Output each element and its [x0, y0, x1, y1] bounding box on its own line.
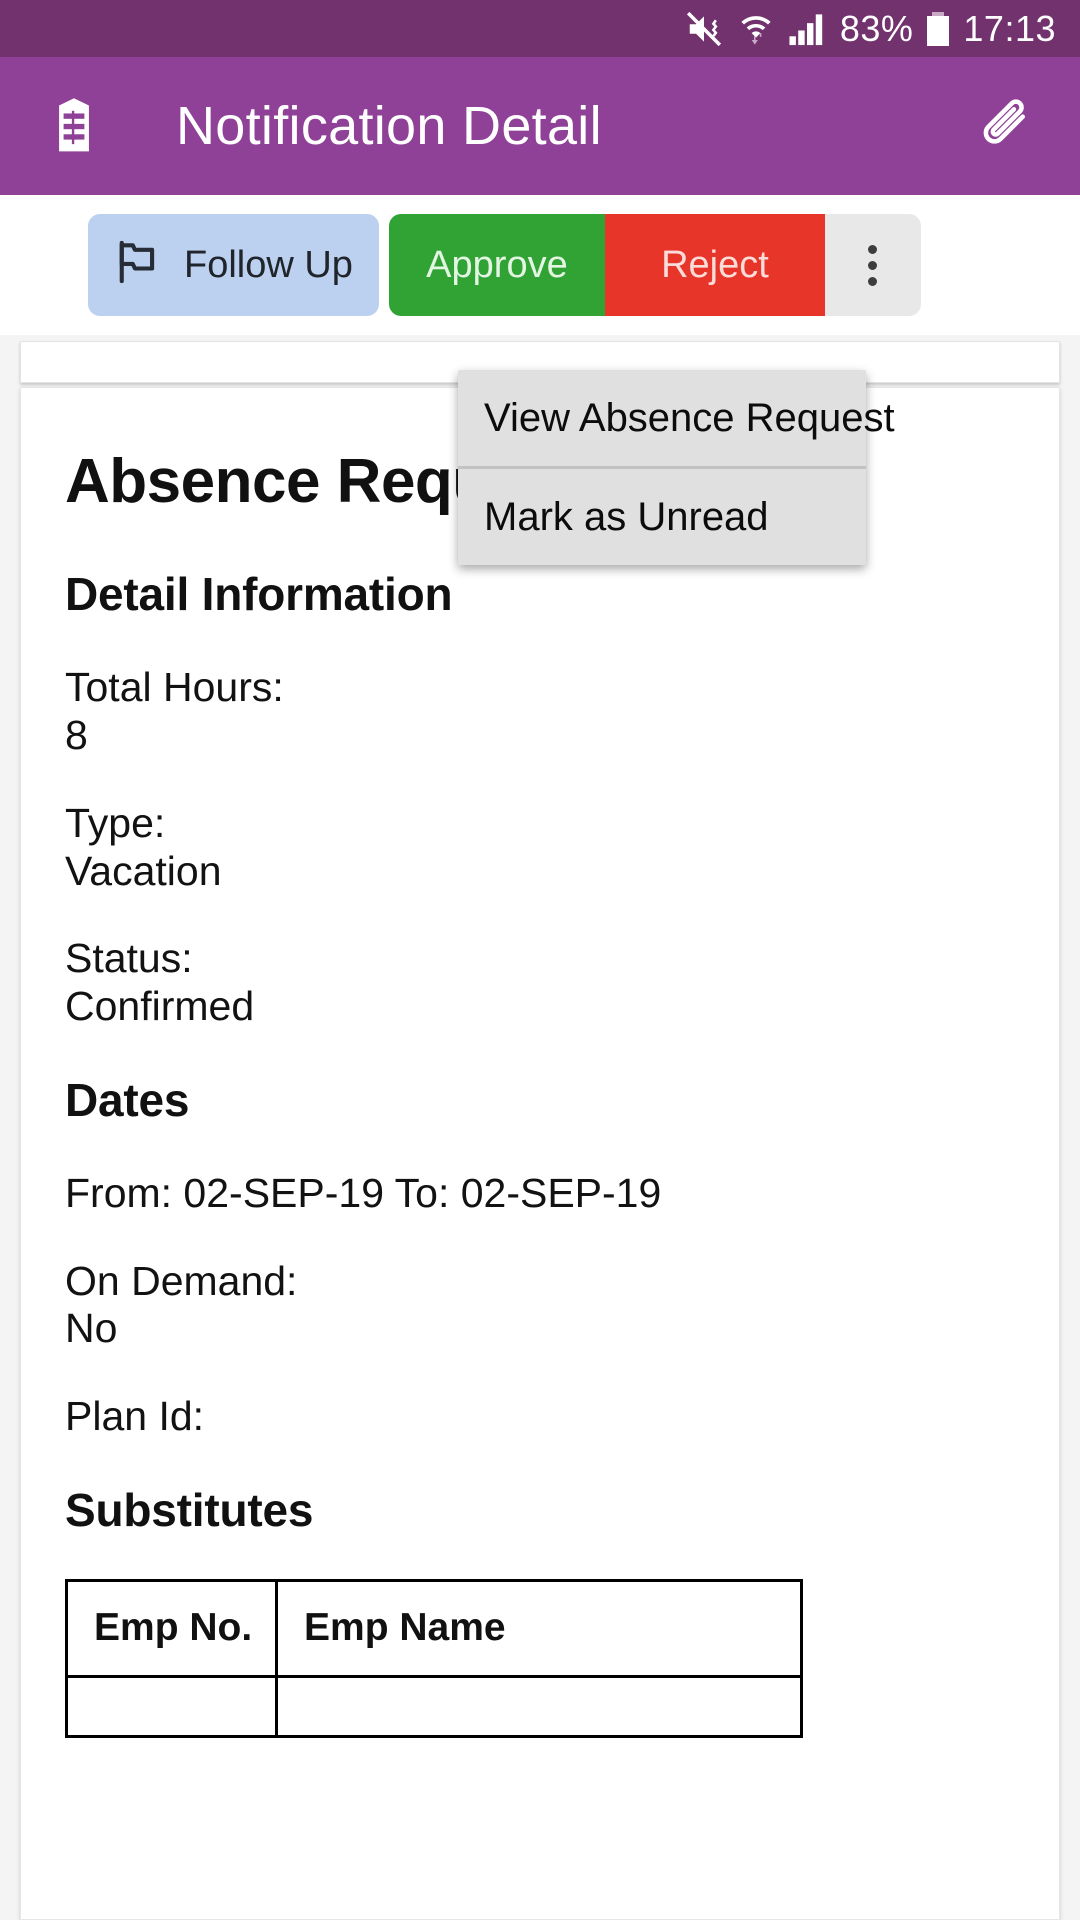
overflow-menu-button[interactable]: [824, 214, 921, 316]
approve-label: Approve: [426, 244, 568, 286]
flag-icon: [110, 236, 166, 295]
clock: 17:13: [963, 7, 1056, 49]
menu-item-label: View Absence Request: [484, 395, 895, 440]
kebab-menu-icon: [868, 244, 878, 286]
menu-item-mark-as-unread[interactable]: Mark as Unread: [458, 469, 866, 565]
app-screen: 83% 17:13 Notification Detail Follow Up …: [0, 0, 1080, 1920]
mute-vibrate-icon: [684, 10, 724, 48]
table-row: [65, 1674, 803, 1738]
field-total-hours: Total Hours: 8: [65, 664, 1059, 758]
content-area: Absence Request Detail Information Total…: [0, 335, 1080, 1920]
paperclip-icon[interactable]: [978, 95, 1036, 157]
approve-button[interactable]: Approve: [388, 214, 605, 316]
app-bar: Notification Detail: [0, 57, 1080, 195]
follow-up-label: Follow Up: [184, 244, 353, 286]
section-substitutes-wrap: Substitutes: [65, 1484, 1059, 1537]
cell-emp-no: [65, 1674, 278, 1738]
field-type: Type: Vacation: [65, 799, 1059, 894]
cell-emp-name: [275, 1674, 803, 1738]
type-label: Type:: [65, 799, 166, 846]
on-demand-label: On Demand:: [65, 1257, 298, 1304]
menu-list-icon[interactable]: [42, 94, 106, 158]
plan-id-label: Plan Id:: [65, 1393, 205, 1440]
section-dates-wrap: Dates: [65, 1074, 1059, 1127]
field-plan-id: Plan Id:: [65, 1393, 1059, 1440]
reject-label: Reject: [661, 244, 769, 286]
total-hours-value: 8: [65, 711, 88, 758]
action-button-row: Follow Up Approve Reject: [0, 195, 1080, 335]
status-bar: 83% 17:13: [0, 0, 1080, 57]
column-emp-name: Emp Name: [275, 1578, 803, 1678]
section-dates: Dates: [65, 1073, 190, 1126]
page-title: Notification Detail: [176, 96, 602, 156]
wifi-icon: [738, 10, 774, 48]
on-demand-value: No: [65, 1305, 118, 1352]
status-value: Confirmed: [65, 983, 255, 1030]
status-label: Status:: [65, 935, 193, 982]
section-detail-information: Detail Information: [65, 568, 453, 621]
type-value: Vacation: [65, 847, 222, 894]
battery-percent: 83%: [839, 7, 914, 49]
battery-icon: [927, 11, 950, 46]
menu-item-label: Mark as Unread: [484, 494, 769, 539]
absence-request-card: Absence Request Detail Information Total…: [20, 387, 1060, 1920]
substitutes-table: Emp No. Emp Name: [65, 1578, 803, 1738]
total-hours-label: Total Hours:: [65, 664, 284, 711]
dates-range: From: 02-SEP-19 To: 02-SEP-19: [65, 1169, 662, 1216]
overflow-dropdown-menu: View Absence Request Mark as Unread: [458, 370, 895, 565]
field-dates: From: 02-SEP-19 To: 02-SEP-19: [65, 1169, 1059, 1216]
column-emp-no: Emp No.: [65, 1578, 278, 1678]
menu-item-view-absence-request[interactable]: View Absence Request: [458, 370, 895, 466]
field-on-demand: On Demand: No: [65, 1257, 1059, 1352]
reject-button[interactable]: Reject: [604, 214, 825, 316]
table-header-row: Emp No. Emp Name: [65, 1578, 803, 1678]
field-status: Status: Confirmed: [65, 938, 1059, 1028]
signal-bars-icon: [788, 11, 826, 47]
section-substitutes: Substitutes: [65, 1484, 314, 1537]
follow-up-button[interactable]: Follow Up: [88, 214, 379, 316]
